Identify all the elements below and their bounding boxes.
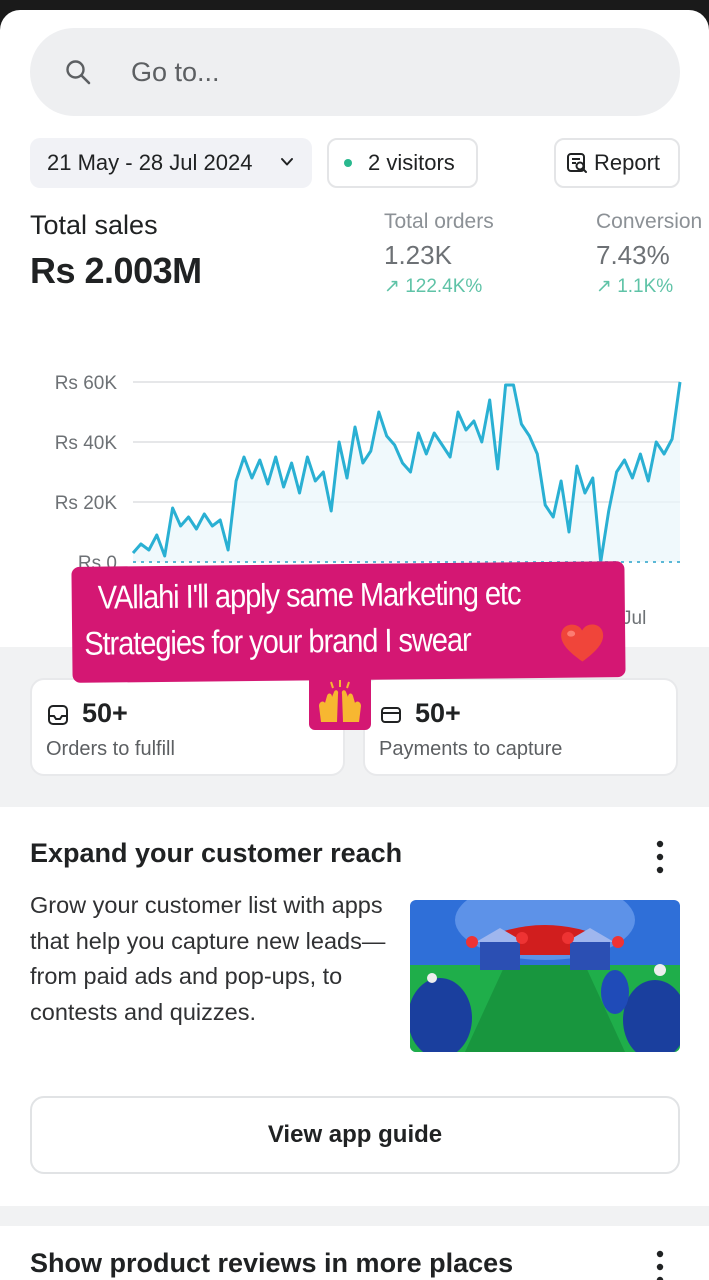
heart-emoji-icon — [561, 624, 604, 662]
search-bar[interactable]: Go to... — [30, 28, 680, 116]
search-placeholder: Go to... — [131, 56, 220, 87]
total-orders-label: Total orders — [384, 210, 494, 233]
live-visitors-button[interactable]: 2 visitors — [327, 138, 478, 188]
live-status-dot — [344, 159, 352, 167]
y-tick-label: Rs 20K — [55, 493, 118, 514]
date-range-picker[interactable]: 21 May - 28 Jul 2024 — [30, 138, 312, 188]
conversion-change: ↗ 1.1K% — [596, 276, 674, 297]
raising-hands-emoji-icon — [319, 680, 361, 722]
report-label: Report — [594, 150, 661, 175]
more-vertical-icon[interactable] — [655, 1250, 665, 1280]
orders-to-fulfill-tile[interactable]: 50+ Orders to fulfill — [30, 678, 345, 776]
sticker-line-1: VAllahi I'll apply same Marketing etc — [97, 574, 521, 616]
card-title: Expand your customer reach — [30, 838, 403, 868]
orders-count: 50+ — [82, 698, 128, 728]
app-screen: Go to... 21 May - 28 Jul 2024 2 visitors… — [0, 10, 709, 1280]
payments-count: 50+ — [415, 698, 461, 728]
view-app-guide-button[interactable]: View app guide — [30, 1096, 680, 1174]
customer-reach-illustration — [410, 900, 680, 1052]
payments-icon — [381, 707, 401, 723]
total-sales-value: Rs 2.003M — [30, 250, 202, 291]
chevron-down-icon — [281, 158, 293, 166]
more-vertical-icon[interactable] — [655, 840, 665, 874]
y-tick-label: Rs 60K — [55, 373, 118, 394]
conversion-value: 7.43% — [596, 240, 670, 270]
total-orders-change: ↗ 122.4K% — [384, 276, 483, 297]
total-orders-metric[interactable]: Total orders 1.23K ↗ 122.4K% — [384, 210, 494, 298]
report-button[interactable]: Report — [554, 138, 680, 188]
story-text-sticker: VAllahi I'll apply same Marketing etc St… — [71, 561, 626, 683]
report-icon — [567, 153, 587, 173]
date-range-label: 21 May - 28 Jul 2024 — [47, 150, 253, 175]
payments-to-capture-tile[interactable]: 50+ Payments to capture — [363, 678, 678, 776]
visitors-label: 2 visitors — [368, 150, 455, 175]
total-orders-value: 1.23K — [384, 240, 452, 270]
orders-label: Orders to fulfill — [46, 738, 175, 760]
conversion-metric[interactable]: Conversion 7.43% ↗ 1.1K% — [596, 210, 702, 298]
conversion-label: Conversion — [596, 210, 703, 233]
total-sales-label: Total sales — [30, 210, 158, 240]
payments-label: Payments to capture — [379, 738, 563, 760]
search-icon — [66, 60, 91, 85]
section-divider — [0, 1206, 709, 1226]
hands-emoji-tab — [309, 678, 371, 730]
x-tick-label: Jul — [622, 608, 646, 629]
card-description: Grow your customer list with apps that h… — [30, 892, 386, 1025]
card2-title: Show product reviews in more places — [30, 1248, 514, 1278]
y-tick-label: Rs 40K — [55, 433, 118, 454]
sticker-line-2: Strategies for your brand I swear — [84, 620, 471, 662]
orders-icon — [48, 705, 68, 725]
